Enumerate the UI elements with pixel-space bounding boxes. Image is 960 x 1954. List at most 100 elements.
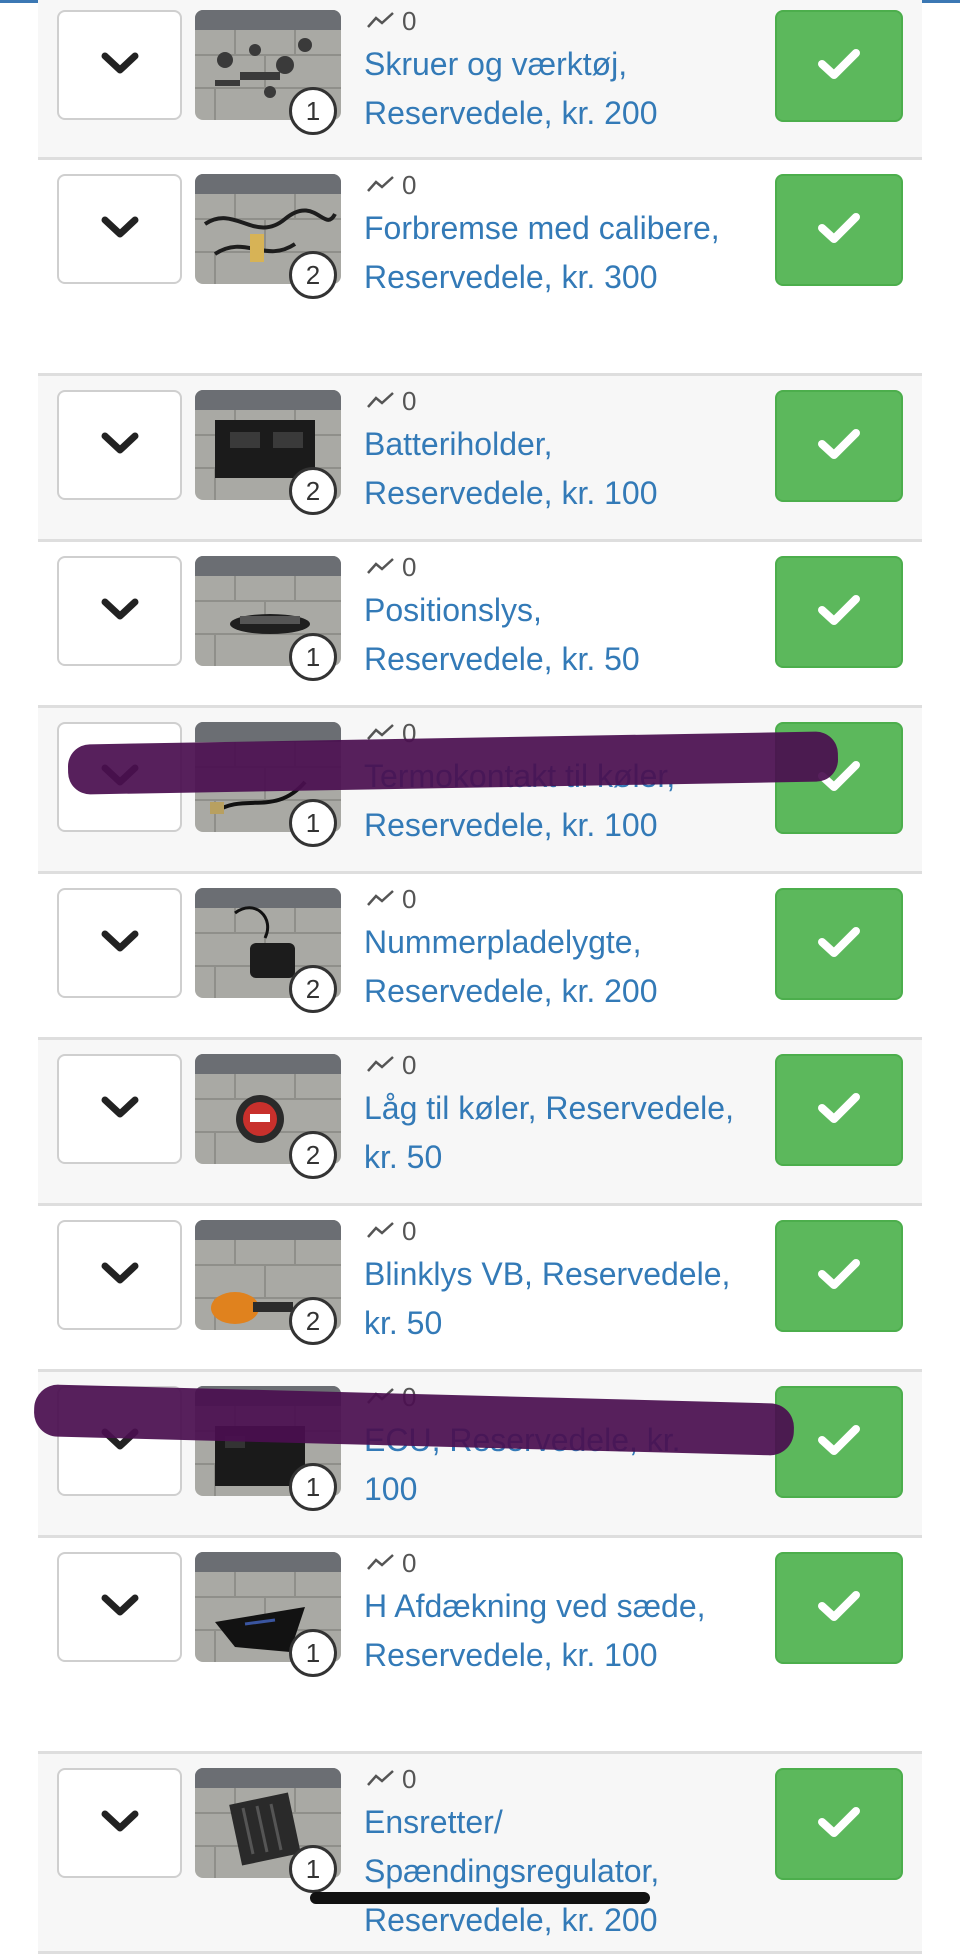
check-icon (816, 1588, 862, 1629)
confirm-button[interactable] (775, 1552, 903, 1664)
chevron-down-icon (100, 1259, 140, 1292)
list-item: 1 0 ECU, Reservedele, kr. 100 (33, 1372, 922, 1538)
view-stats: 0 (366, 1216, 416, 1246)
image-count-badge: 1 (289, 799, 337, 847)
confirm-button[interactable] (775, 1054, 903, 1166)
image-count-badge: 2 (289, 467, 337, 515)
image-count-badge: 2 (289, 251, 337, 299)
trend-line-icon (366, 386, 396, 417)
confirm-button[interactable] (775, 1768, 903, 1880)
image-count-badge: 1 (289, 1845, 337, 1893)
trend-line-icon (366, 1764, 396, 1795)
view-stats: 0 (366, 718, 416, 748)
expand-button[interactable] (57, 1552, 182, 1662)
check-icon (816, 1090, 862, 1131)
expand-button[interactable] (57, 888, 182, 998)
check-icon (816, 1422, 862, 1463)
expand-button[interactable] (57, 174, 182, 284)
check-icon (816, 1256, 862, 1297)
image-count-badge: 1 (289, 1629, 337, 1677)
image-count-badge: 1 (289, 633, 337, 681)
check-icon (816, 1804, 862, 1845)
item-title-link[interactable]: ECU, Reservedele, kr. 100 (364, 1416, 734, 1514)
list-item: 1 0 Ensretter/ Spændingsregulator, Reserve… (38, 1754, 922, 1954)
image-count-badge: 2 (289, 1297, 337, 1345)
item-title-link[interactable]: Positionslys, Reservedele, kr. 50 (364, 586, 734, 684)
item-title-link[interactable]: Blinklys VB, Reservedele, kr. 50 (364, 1250, 734, 1348)
confirm-button[interactable] (775, 10, 903, 122)
view-stats: 0 (366, 884, 416, 914)
list-item: 1 0 Positionslys, Reservedele, kr. 50 (38, 542, 922, 708)
expand-button[interactable] (57, 1768, 182, 1878)
view-stats: 0 (366, 1050, 416, 1080)
check-icon (816, 592, 862, 633)
confirm-button[interactable] (775, 1220, 903, 1332)
view-count: 0 (402, 551, 417, 582)
view-count: 0 (402, 169, 417, 200)
confirm-button[interactable] (775, 390, 903, 502)
list-item: 1 0 Termokontakt til køler, Reservedele, k… (38, 708, 922, 874)
trend-line-icon (366, 170, 396, 201)
chevron-down-icon (100, 49, 140, 82)
check-icon (816, 46, 862, 87)
list-item: 2 0 Batteriholder, Reservedele, kr. 100 (38, 376, 922, 542)
expand-button[interactable] (57, 1386, 182, 1496)
confirm-button[interactable] (775, 888, 903, 1000)
item-title-link[interactable]: Skruer og værktøj, Reservedele, kr. 200 (364, 40, 734, 138)
expand-button[interactable] (57, 556, 182, 666)
confirm-button[interactable] (775, 556, 903, 668)
view-count: 0 (402, 5, 417, 36)
chevron-down-icon (100, 1807, 140, 1840)
expand-button[interactable] (57, 1220, 182, 1330)
item-title-link[interactable]: Ensretter/ Spændingsregulator, Reservede… (364, 1798, 734, 1945)
item-title-link[interactable]: Låg til køler, Reservedele, kr. 50 (364, 1084, 734, 1182)
check-icon (816, 426, 862, 467)
chevron-down-icon (100, 429, 140, 462)
trend-line-icon (366, 884, 396, 915)
view-stats: 0 (366, 170, 416, 200)
view-stats: 0 (366, 1382, 416, 1412)
check-icon (816, 924, 862, 965)
list-item: 2 0 Nummerpladelygte, Reservedele, kr. 200 (38, 874, 922, 1040)
view-stats: 0 (366, 1764, 416, 1794)
list-item: 2 0 Låg til køler, Reservedele, kr. 50 (38, 1040, 922, 1206)
home-indicator (310, 1892, 650, 1904)
item-title-link[interactable]: Nummerpladelygte, Reservedele, kr. 200 (364, 918, 734, 1016)
chevron-down-icon (100, 213, 140, 246)
view-stats: 0 (366, 1548, 416, 1578)
expand-button[interactable] (57, 722, 182, 832)
expand-button[interactable] (57, 10, 182, 120)
list-item: 2 0 Forbremse med calibere, Reservedele, k… (38, 160, 922, 376)
list-item: 1 0 H Afdækning ved sæde, Reservedele, kr.… (38, 1538, 922, 1754)
expand-button[interactable] (57, 390, 182, 500)
trend-line-icon (366, 718, 396, 749)
item-title-link[interactable]: Forbremse med calibere, Reservedele, kr.… (364, 204, 734, 302)
view-count: 0 (402, 1547, 417, 1578)
chevron-down-icon (100, 761, 140, 794)
image-count-badge: 2 (289, 965, 337, 1013)
chevron-down-icon (100, 1425, 140, 1458)
chevron-down-icon (100, 1591, 140, 1624)
item-title-link[interactable]: H Afdækning ved sæde, Reservedele, kr. 1… (364, 1582, 734, 1680)
image-count-badge: 1 (289, 87, 337, 135)
confirm-button[interactable] (775, 174, 903, 286)
image-count-badge: 1 (289, 1463, 337, 1511)
trend-line-icon (366, 1050, 396, 1081)
trend-line-icon (366, 1548, 396, 1579)
view-stats: 0 (366, 552, 416, 582)
trend-line-icon (366, 552, 396, 583)
view-count: 0 (402, 883, 417, 914)
trend-line-icon (366, 1216, 396, 1247)
item-title-link[interactable]: Batteriholder, Reservedele, kr. 100 (364, 420, 734, 518)
confirm-button[interactable] (775, 1386, 903, 1498)
expand-button[interactable] (57, 1054, 182, 1164)
view-count: 0 (402, 1763, 417, 1794)
confirm-button[interactable] (775, 722, 903, 834)
view-stats: 0 (366, 6, 416, 36)
trend-line-icon (366, 6, 396, 37)
trend-line-icon (366, 1382, 396, 1413)
item-title-link[interactable]: Termokontakt til køler, Reservedele, kr.… (364, 752, 734, 850)
check-icon (816, 758, 862, 799)
check-icon (816, 210, 862, 251)
image-count-badge: 2 (289, 1131, 337, 1179)
